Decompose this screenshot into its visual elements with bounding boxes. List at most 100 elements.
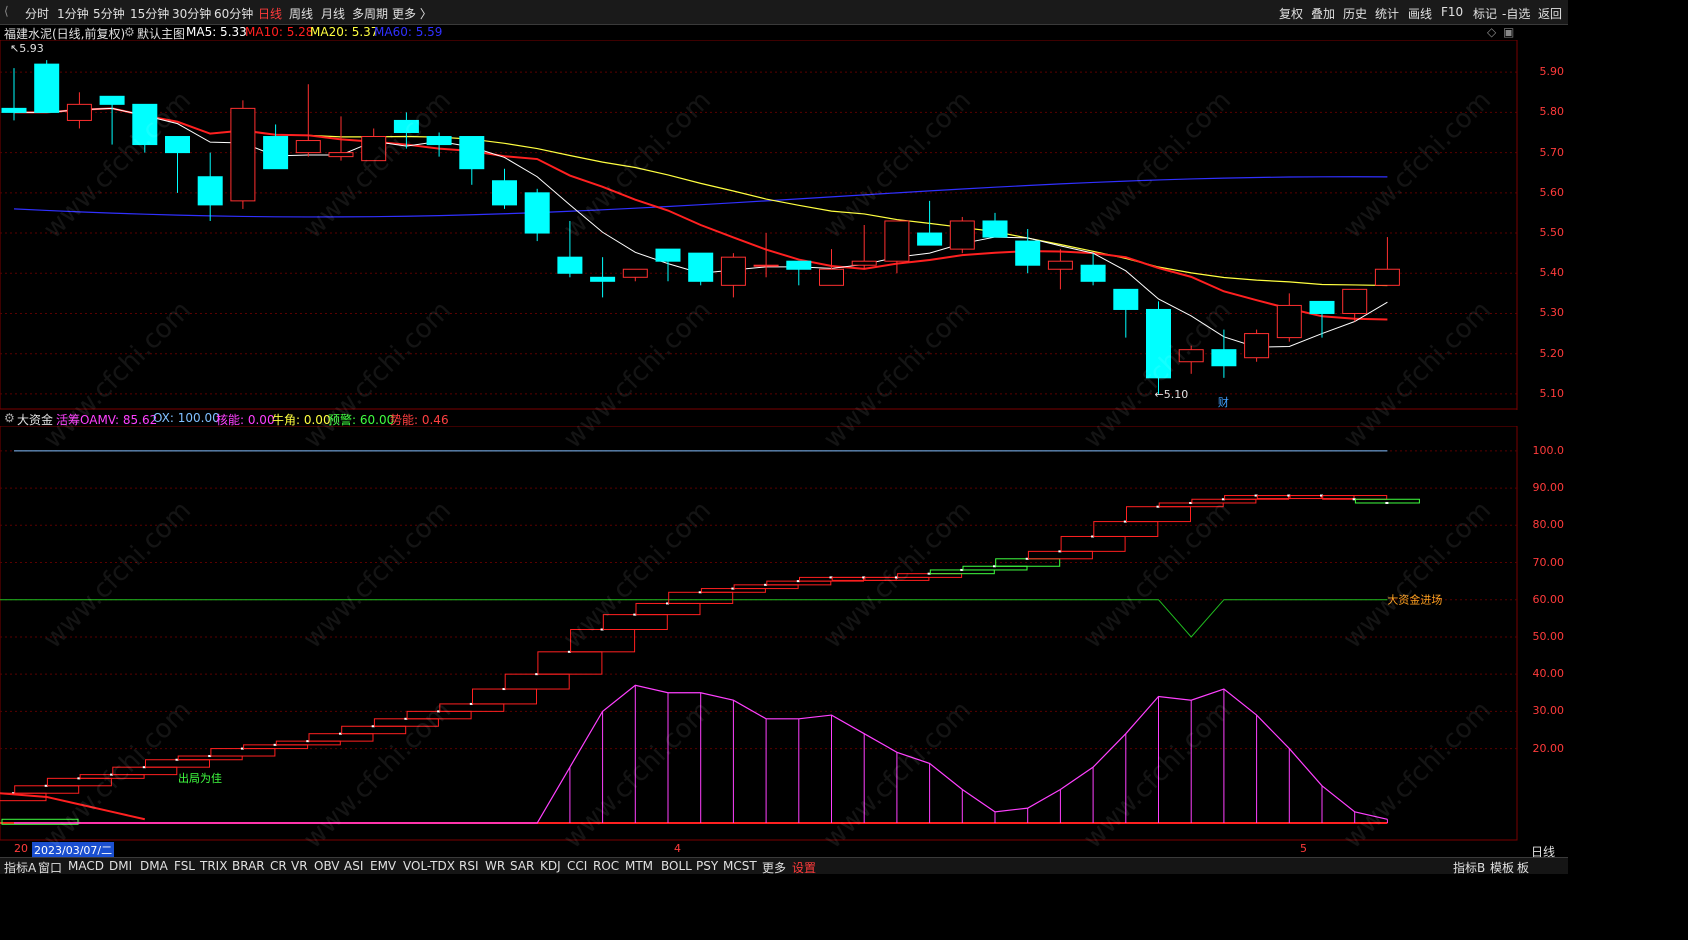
indicator-tick-label: 80.00 bbox=[1532, 518, 1565, 532]
candle-body bbox=[197, 176, 223, 206]
ma20-label: MA20: 5.37 bbox=[310, 25, 379, 39]
candle-body bbox=[426, 136, 452, 146]
tab-psy[interactable]: PSY bbox=[696, 859, 718, 873]
tab-indicator-b[interactable]: 指标B bbox=[1453, 859, 1485, 876]
price-tick-label: 5.70 bbox=[1539, 145, 1565, 159]
add-watchlist-button[interactable]: -自选 bbox=[1502, 5, 1530, 22]
candle-body bbox=[66, 103, 92, 121]
oamv-box bbox=[1126, 506, 1191, 523]
candle-body bbox=[263, 136, 289, 170]
price-tick-label: 5.60 bbox=[1539, 185, 1565, 199]
tab-rsi[interactable]: RSI bbox=[459, 859, 479, 873]
window-restore-icon[interactable]: ▣ bbox=[1503, 25, 1514, 39]
oamv-box bbox=[14, 785, 80, 794]
candle-body bbox=[1374, 268, 1400, 286]
candle-body bbox=[1244, 333, 1270, 359]
candle-body bbox=[1, 107, 27, 113]
candle-body bbox=[557, 256, 583, 274]
candle-body bbox=[753, 264, 779, 267]
history-button[interactable]: 历史 bbox=[1343, 5, 1367, 22]
tab-dma[interactable]: DMA bbox=[140, 859, 168, 873]
tab-15min[interactable]: 15分钟 bbox=[130, 5, 169, 22]
warning-line bbox=[0, 599, 1388, 638]
overlay-button[interactable]: 叠加 bbox=[1311, 5, 1335, 22]
candlestick-chart[interactable]: ↖5.93←5.10财 bbox=[0, 40, 1518, 410]
ma60-label: MA60: 5.59 bbox=[374, 25, 443, 39]
tab-emv[interactable]: EMV bbox=[370, 859, 396, 873]
tab-brar[interactable]: BRAR bbox=[232, 859, 265, 873]
price-tick-label: 5.20 bbox=[1539, 346, 1565, 360]
price-tick-label: 5.40 bbox=[1539, 266, 1565, 280]
tab-cci[interactable]: CCI bbox=[567, 859, 587, 873]
tab-vr[interactable]: VR bbox=[291, 859, 308, 873]
indicator-chart[interactable]: 出局为佳大资金进场 bbox=[0, 426, 1518, 841]
indicator-settings-icon[interactable]: ⚙ bbox=[4, 411, 15, 425]
ma10-label: MA10: 5.28 bbox=[245, 25, 314, 39]
oamv-box bbox=[537, 651, 603, 675]
return-button[interactable]: 返回 bbox=[1538, 5, 1562, 22]
tab-more-indicators[interactable]: 更多 bbox=[762, 859, 786, 876]
tab-daily[interactable]: 日线 bbox=[258, 5, 282, 22]
indicator-tick-label: 20.00 bbox=[1532, 741, 1565, 755]
tab-5min[interactable]: 5分钟 bbox=[93, 5, 125, 22]
toolbar-back-icon[interactable]: ⟨ bbox=[4, 4, 9, 18]
settings-icon[interactable]: ⚙ bbox=[124, 25, 135, 39]
price-tick-label: 5.10 bbox=[1539, 386, 1565, 400]
stats-button[interactable]: 统计 bbox=[1375, 5, 1399, 22]
tab-60min[interactable]: 60分钟 bbox=[214, 5, 253, 22]
fuquan-button[interactable]: 复权 bbox=[1279, 5, 1303, 22]
tab-window[interactable]: 窗口 bbox=[38, 859, 62, 876]
oamv-box bbox=[341, 725, 407, 735]
candle-body bbox=[492, 180, 517, 206]
tab-fenshi[interactable]: 分时 bbox=[25, 5, 49, 22]
tab-asi[interactable]: ASI bbox=[344, 859, 363, 873]
tab-sar[interactable]: SAR bbox=[510, 859, 534, 873]
price-tick-label: 5.80 bbox=[1539, 105, 1565, 119]
candle-body bbox=[819, 268, 844, 286]
tab-1min[interactable]: 1分钟 bbox=[57, 5, 89, 22]
date-axis-prefix: 20 bbox=[14, 842, 28, 855]
tab-obv[interactable]: OBV bbox=[314, 859, 340, 873]
tab-roc[interactable]: ROC bbox=[593, 859, 619, 873]
candle-body bbox=[1047, 260, 1073, 270]
candle-body bbox=[1211, 349, 1237, 367]
tab-indicator-a[interactable]: 指标A bbox=[4, 859, 36, 876]
tab-settings[interactable]: 设置 bbox=[792, 859, 816, 876]
tab-more[interactable]: 更多 〉 bbox=[392, 5, 432, 22]
tab-cr[interactable]: CR bbox=[270, 859, 287, 873]
ma5-label: MA5: 5.33 bbox=[186, 25, 247, 39]
tab-boll[interactable]: BOLL bbox=[661, 859, 692, 873]
tab-vol-tdx[interactable]: VOL-TDX bbox=[403, 859, 455, 873]
candle-body bbox=[720, 256, 746, 286]
tab-mtm[interactable]: MTM bbox=[625, 859, 653, 873]
price-tick-label: 5.50 bbox=[1539, 226, 1565, 240]
tab-dmi[interactable]: DMI bbox=[109, 859, 132, 873]
tab-macd[interactable]: MACD bbox=[68, 859, 104, 873]
tab-kdj[interactable]: KDJ bbox=[540, 859, 561, 873]
tab-template[interactable]: 模板 bbox=[1490, 859, 1514, 876]
diamond-icon[interactable]: ◇ bbox=[1487, 25, 1496, 39]
candle-body bbox=[1342, 288, 1368, 314]
tab-trix[interactable]: TRIX bbox=[200, 859, 227, 873]
candle-body bbox=[949, 220, 975, 250]
candle-body bbox=[688, 252, 714, 282]
tab-weekly[interactable]: 周线 bbox=[289, 5, 313, 22]
candle-body bbox=[99, 95, 125, 105]
tab-monthly[interactable]: 月线 bbox=[321, 5, 345, 22]
price-tick-label: 5.30 bbox=[1539, 306, 1565, 320]
candle-body bbox=[295, 140, 321, 154]
mark-button[interactable]: 标记 bbox=[1473, 5, 1497, 22]
tab-multi-period[interactable]: 多周期 bbox=[352, 5, 388, 22]
draw-button[interactable]: 画线 bbox=[1408, 5, 1432, 22]
candle-body bbox=[786, 260, 812, 270]
tab-mcst[interactable]: MCST bbox=[723, 859, 757, 873]
tab-fsl[interactable]: FSL bbox=[174, 859, 195, 873]
tab-board[interactable]: 板 bbox=[1517, 859, 1529, 876]
tab-30min[interactable]: 30分钟 bbox=[172, 5, 211, 22]
f10-button[interactable]: F10 bbox=[1441, 5, 1463, 19]
tab-wr[interactable]: WR bbox=[485, 859, 505, 873]
oamv-box bbox=[1027, 550, 1093, 560]
candle-body bbox=[1080, 264, 1106, 282]
candle-body bbox=[165, 136, 190, 154]
candle-body bbox=[982, 220, 1008, 238]
